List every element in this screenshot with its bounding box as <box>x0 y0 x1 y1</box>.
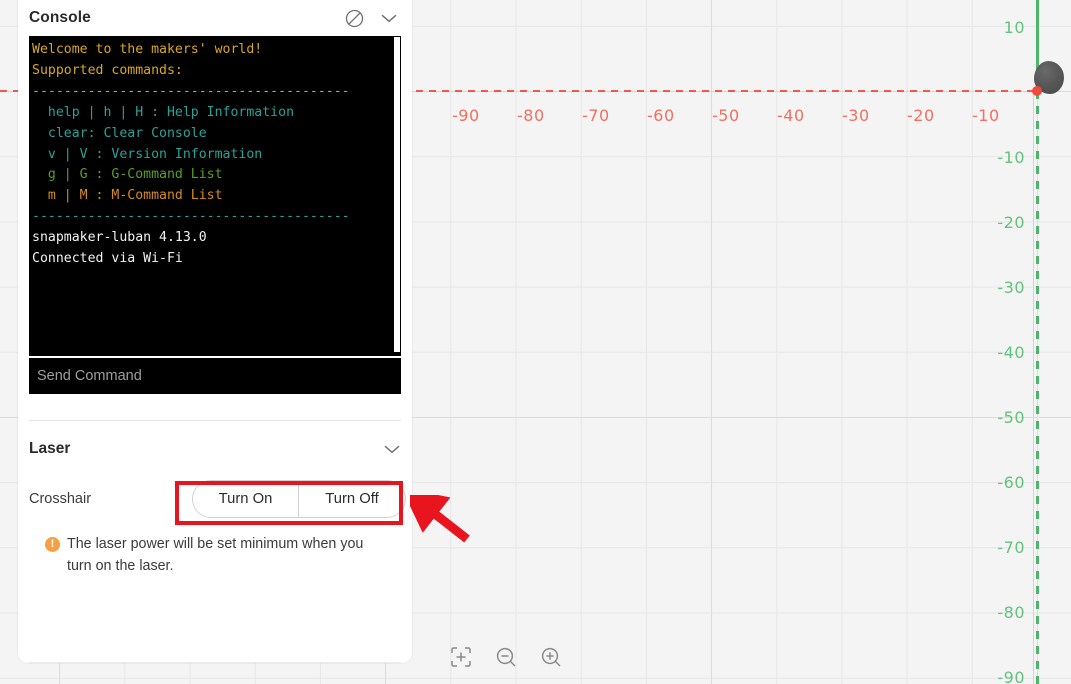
crosshair-label: Crosshair <box>29 491 92 507</box>
chevron-down-icon[interactable] <box>383 443 401 455</box>
chevron-down-icon[interactable] <box>380 12 398 24</box>
y-axis-negative-line <box>1036 91 1039 684</box>
console-line: help | h | H : Help Information <box>32 104 295 120</box>
console-panel: Console Welcome to the makers' world! Sup… <box>18 0 412 663</box>
console-terminal[interactable]: Welcome to the makers' world! Supported c… <box>29 36 401 394</box>
laser-section-header: Laser <box>29 425 401 473</box>
crosshair-control-row: Crosshair Turn On Turn Off <box>29 479 406 519</box>
console-line: Supported commands: <box>32 62 183 78</box>
console-line: g | G : G-Command List <box>32 167 223 183</box>
view-toolbar <box>448 644 564 670</box>
crosshair-button-group: Turn On Turn Off <box>192 480 406 518</box>
x-axis-tick-label: -40 <box>777 106 805 125</box>
y-axis-tick-label: -60 <box>997 473 1025 492</box>
app-root: -90 -80 -70 -60 -50 -40 -30 -20 -10 10 -10 -20 -30 -… <box>0 0 1071 684</box>
y-axis-tick-label: -90 <box>997 668 1025 684</box>
panel-bottom-divider <box>29 662 401 663</box>
y-axis-guide-line <box>1033 91 1034 684</box>
y-axis-tick-label: -50 <box>997 408 1025 427</box>
x-axis-tick-label: -80 <box>517 106 545 125</box>
console-line: clear: Clear Console <box>32 125 207 141</box>
laser-section-title: Laser <box>29 440 71 457</box>
console-line: ---------------------------------------- <box>32 209 350 225</box>
x-axis-tick-label: -90 <box>452 106 480 125</box>
turn-off-button[interactable]: Turn Off <box>299 480 406 518</box>
zoom-in-icon[interactable] <box>538 644 564 670</box>
x-axis-tick-label: -70 <box>582 106 610 125</box>
y-axis-tick-label: 10 <box>1003 18 1025 37</box>
y-axis-tick-label: -40 <box>997 343 1025 362</box>
y-axis-tick-label: -30 <box>997 278 1025 297</box>
header-actions <box>345 9 398 28</box>
send-command-input[interactable] <box>29 358 401 394</box>
x-axis-tick-label: -50 <box>712 106 740 125</box>
fit-to-view-icon[interactable] <box>448 644 474 670</box>
laser-power-notice: The laser power will be set minimum when… <box>45 533 390 577</box>
y-axis-tick-label: -20 <box>997 213 1025 232</box>
origin-point <box>1032 86 1042 96</box>
page-title: Console <box>29 9 91 26</box>
no-entry-icon[interactable] <box>345 9 364 28</box>
console-line: ---------------------------------------- <box>32 83 350 99</box>
console-scrollbar-thumb[interactable] <box>394 37 400 352</box>
console-line: m | M : M-Command List <box>32 188 223 204</box>
x-axis-tick-label: -20 <box>907 106 935 125</box>
turn-on-button[interactable]: Turn On <box>192 480 299 518</box>
section-divider <box>29 420 401 421</box>
console-output: Welcome to the makers' world! Supported c… <box>29 36 401 355</box>
x-axis-tick-label: -30 <box>842 106 870 125</box>
console-line: Connected via Wi-Fi <box>32 251 183 267</box>
console-line: v | V : Version Information <box>32 146 263 162</box>
warning-circle-icon <box>45 536 60 552</box>
x-axis-tick-label: -60 <box>647 106 675 125</box>
laser-power-notice-text: The laser power will be set minimum when… <box>67 536 364 574</box>
x-axis-tick-label: -10 <box>972 106 1000 125</box>
console-line: Welcome to the makers' world! <box>32 42 263 57</box>
zoom-out-icon[interactable] <box>493 644 519 670</box>
laser-section: Laser Crosshair Turn On Turn Off The las… <box>18 425 412 577</box>
y-axis-tick-label: -80 <box>997 603 1025 622</box>
y-axis-tick-label: -10 <box>997 148 1025 167</box>
console-line: snapmaker-luban 4.13.0 <box>32 230 207 246</box>
panel-header: Console <box>18 0 412 36</box>
y-axis-tick-label: -70 <box>997 538 1025 557</box>
console-scrollbar[interactable] <box>393 36 401 355</box>
